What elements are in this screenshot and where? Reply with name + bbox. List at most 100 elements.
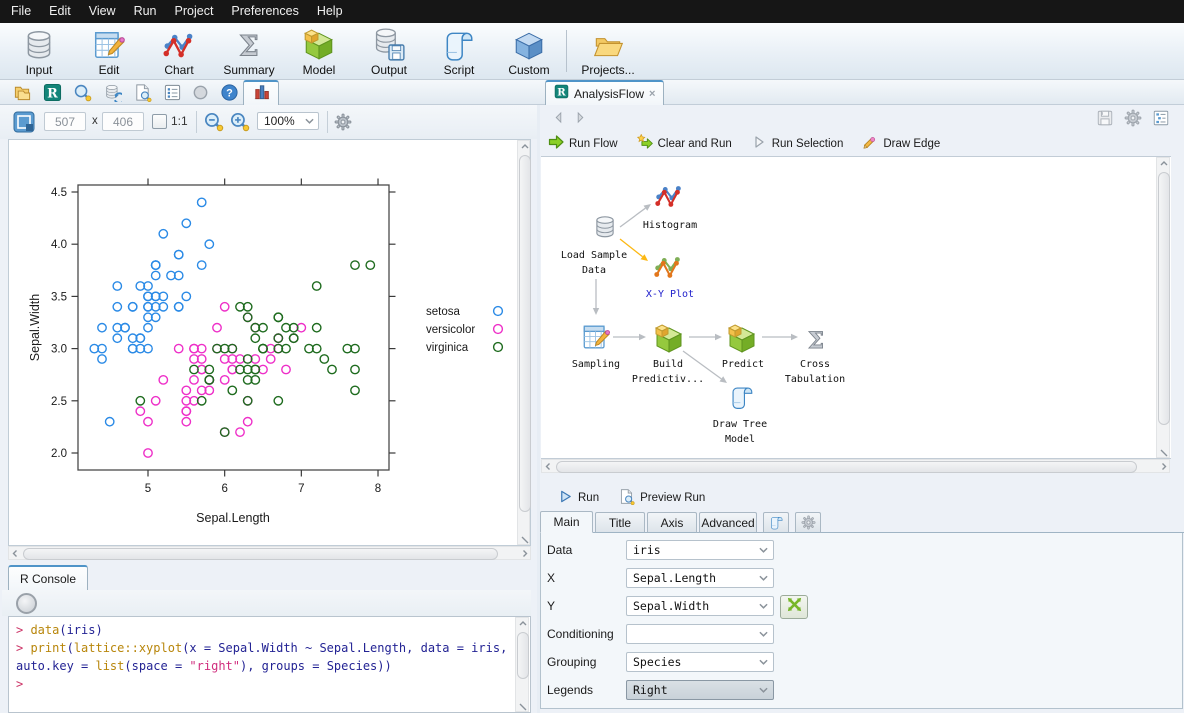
data-select[interactable]: iris [626, 540, 774, 560]
flow-node-build-predictive[interactable] [653, 323, 685, 355]
zoom-level-value: 100% [264, 114, 295, 128]
help-icon[interactable]: ? [217, 82, 241, 103]
chevron-down-icon [759, 547, 768, 553]
swap-xy-button[interactable] [780, 595, 808, 619]
draw-edge-button[interactable]: Draw Edge [862, 134, 940, 153]
flow-node-draw-tree-model-label: Model [670, 432, 810, 447]
flow-node-xy-plot[interactable] [653, 252, 683, 282]
zoom-level-select[interactable]: 100% [257, 112, 319, 130]
ratio-checkbox[interactable] [152, 114, 167, 129]
zoom-out-icon[interactable] [203, 111, 224, 137]
preview-run-button[interactable]: Preview Run [618, 488, 705, 508]
run-selection-button[interactable]: Run Selection [751, 134, 844, 153]
run-button[interactable]: Run [558, 489, 599, 507]
toolbar-model[interactable]: Model [284, 23, 354, 77]
history-forward-icon[interactable] [575, 111, 586, 129]
y-select[interactable]: Sepal.Width [626, 596, 774, 616]
toolbar-script[interactable]: Script [424, 23, 494, 77]
history-back-icon[interactable] [553, 111, 564, 129]
toolbar-custom[interactable]: Custom [494, 23, 564, 77]
menu-edit[interactable]: Edit [40, 0, 80, 23]
menu-view[interactable]: View [80, 0, 125, 23]
zoom-in-icon[interactable] [229, 111, 250, 137]
fit-to-window-icon[interactable] [12, 110, 36, 139]
plot-height-input[interactable] [102, 112, 144, 131]
toolbar-input[interactable]: Input [4, 23, 74, 77]
field-label-grouping: Grouping [547, 655, 596, 669]
flow-node-predict[interactable] [726, 323, 758, 355]
chart-lines-icon [144, 26, 214, 63]
run-flow-icon [548, 134, 564, 153]
main-toolbar: InputEditChartΣSummaryModelOutputScriptC… [0, 23, 1184, 80]
flow-node-draw-tree-model[interactable] [729, 384, 755, 410]
chevron-down-icon [759, 603, 768, 609]
outline-view-icon[interactable] [1152, 109, 1170, 132]
tab-advanced[interactable]: Advanced [699, 512, 757, 533]
close-tab-icon[interactable]: × [649, 88, 655, 100]
magnifier-icon[interactable] [70, 82, 94, 103]
settings-gear-icon[interactable] [1124, 109, 1142, 132]
console-vertical-scrollbar[interactable] [515, 617, 529, 712]
flow-node-histogram[interactable] [654, 181, 684, 211]
svg-text:6: 6 [221, 483, 227, 495]
menu-preferences[interactable]: Preferences [222, 0, 307, 23]
clear-and-run-icon [637, 134, 653, 153]
field-label-conditioning: Conditioning [547, 627, 614, 641]
swap-icon [786, 596, 803, 618]
svg-text:4.0: 4.0 [51, 239, 67, 251]
toolbar-chart[interactable]: Chart [144, 23, 214, 77]
tab-axis[interactable]: Axis [647, 512, 697, 533]
r-logo-icon[interactable]: R [40, 82, 64, 103]
plot-width-input[interactable] [44, 112, 86, 131]
grouping-select[interactable]: Species [626, 652, 774, 672]
db-refresh-icon[interactable] [100, 82, 124, 103]
ratio-label: 1:1 [171, 114, 188, 128]
flow-node-cross-tabulation[interactable]: Σ [802, 325, 830, 353]
folders-icon[interactable] [10, 82, 34, 103]
svg-text:R: R [557, 86, 566, 98]
script-tab-icon[interactable] [763, 512, 789, 533]
flow-node-sampling[interactable] [581, 322, 611, 352]
settings-tab-icon[interactable] [795, 512, 821, 533]
menu-project[interactable]: Project [166, 0, 223, 23]
quick-toolbar: R AnalysisFlow × R? [0, 80, 1184, 105]
blue-cube-icon [494, 26, 564, 63]
tab-analysisflow[interactable]: R AnalysisFlow × [545, 80, 664, 105]
run-flow-button[interactable]: Run Flow [548, 134, 618, 153]
toolbar-output[interactable]: Output [354, 23, 424, 77]
toolbar-edit[interactable]: Edit [74, 23, 144, 77]
plot-horizontal-scrollbar[interactable] [8, 546, 531, 560]
record-dot-icon[interactable] [188, 82, 212, 103]
tab-main[interactable]: Main [540, 511, 593, 533]
parameter-form: DatairisXSepal.LengthYSepal.WidthConditi… [540, 533, 1183, 709]
svg-text:Sepal.Length: Sepal.Length [196, 511, 270, 525]
tab-chart-output[interactable] [243, 80, 279, 105]
plot-settings-gear-icon[interactable] [334, 113, 352, 136]
plot-vertical-scrollbar[interactable] [517, 140, 530, 545]
legends-select[interactable]: Right [626, 680, 774, 700]
svg-text:2.0: 2.0 [51, 448, 67, 460]
toolbar-summary[interactable]: ΣSummary [214, 23, 284, 77]
menu-run[interactable]: Run [125, 0, 166, 23]
toolbar-projects[interactable]: Projects... [573, 23, 643, 77]
menu-file[interactable]: File [2, 0, 40, 23]
svg-text:Σ: Σ [808, 328, 824, 353]
workflow-canvas[interactable]: Load SampleDataHistogramX-Y PlotSampling… [541, 156, 1171, 459]
flow-horizontal-scrollbar[interactable] [541, 459, 1170, 473]
r-console-output[interactable]: > data(iris)> print(lattice::xyplot(x = … [8, 616, 531, 713]
conditioning-select[interactable] [626, 624, 774, 644]
save-icon[interactable] [1096, 109, 1114, 132]
page-preview-icon[interactable] [130, 82, 154, 103]
sigma-icon: Σ [214, 26, 284, 63]
tab-title[interactable]: Title [595, 512, 645, 533]
interrupt-button[interactable] [16, 593, 37, 614]
svg-text:virginica: virginica [426, 342, 469, 354]
tab-r-console[interactable]: R Console [8, 565, 88, 590]
menu-help[interactable]: Help [308, 0, 352, 23]
flow-node-build-predictive-label: Predictiv... [598, 372, 738, 387]
clear-and-run-button[interactable]: Clear and Run [637, 134, 732, 153]
flow-node-cross-tabulation-label: Cross [745, 357, 885, 372]
flow-vertical-scrollbar[interactable] [1156, 157, 1170, 458]
x-select[interactable]: Sepal.Length [626, 568, 774, 588]
list-icon[interactable] [160, 82, 184, 103]
